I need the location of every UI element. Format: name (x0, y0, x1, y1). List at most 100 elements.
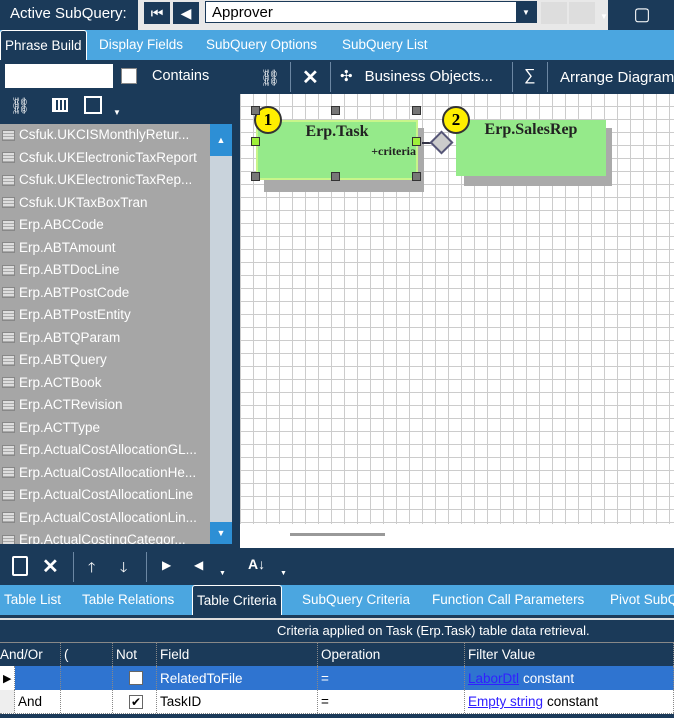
outdent-icon[interactable]: ◀ (194, 558, 203, 572)
previous-icon[interactable]: ◀ (173, 2, 199, 24)
table-icon (2, 152, 15, 164)
row-selector-icon[interactable]: ▶ (0, 666, 15, 690)
scroll-up-icon[interactable]: ▲ (210, 124, 232, 156)
table-list-item[interactable]: Erp.ABTQuery (0, 349, 210, 372)
tab-table-list[interactable]: Table List (4, 585, 61, 615)
hierarchy-icon: ✣ (340, 68, 353, 85)
table-icon (2, 512, 15, 524)
table-node-erp-salesrep[interactable]: Erp.SalesRep (456, 120, 606, 176)
table-icon (2, 287, 15, 299)
table-list-item[interactable]: Erp.ActualCostAllocationGL... (0, 439, 210, 462)
table-list-item[interactable]: Erp.ABTDocLine (0, 259, 210, 282)
main-tabs: Phrase Build Display Fields SubQuery Opt… (0, 30, 674, 60)
table-icon (2, 399, 15, 411)
table-list-item[interactable]: Erp.ABTPostEntity (0, 304, 210, 327)
not-checkbox[interactable] (129, 671, 143, 685)
tab-table-relations[interactable]: Table Relations (82, 585, 174, 615)
tab-subquery-criteria[interactable]: SubQuery Criteria (302, 585, 410, 615)
table-grid-icon[interactable] (52, 98, 68, 112)
table-icon (2, 197, 15, 209)
chevron-down-icon[interactable]: ▼ (280, 570, 287, 577)
table-icon (2, 332, 15, 344)
criteria-info-text: Criteria applied on Task (Erp.Task) tabl… (277, 623, 590, 638)
table-browser-panel: Contains ⛓ ▼ Csfuk.UKCISMonthlyRetur... C… (0, 60, 238, 548)
table-list-item[interactable]: Erp.ABTPostCode (0, 282, 210, 305)
new-document-icon[interactable]: ▢ (630, 3, 654, 25)
table-list-item[interactable]: Erp.ABCCode (0, 214, 210, 237)
criteria-grid-header: And/Or ( Not Field Operation Filter Valu… (0, 642, 674, 666)
tab-phrase-build[interactable]: Phrase Build (0, 30, 87, 60)
table-list-item[interactable]: Erp.ActualCostAllocationHe... (0, 462, 210, 485)
diagram-horizontal-scrollbar[interactable] (240, 524, 674, 548)
table-number-badge: 2 (442, 106, 470, 134)
filter-value-link[interactable]: LaborDtl (468, 671, 519, 686)
table-list-item[interactable]: Csfuk.UKElectronicTaxRep... (0, 169, 210, 192)
active-subquery-label: Active SubQuery: (10, 5, 127, 22)
table-icon (2, 489, 15, 501)
new-document-icon[interactable] (12, 556, 28, 576)
table-list-item[interactable]: Csfuk.UKCISMonthlyRetur... (0, 124, 210, 147)
table-list-item[interactable]: Erp.ACTType (0, 417, 210, 440)
link-icon[interactable]: ⛓ (10, 96, 30, 116)
calculator-icon[interactable] (84, 96, 102, 114)
delete-icon[interactable]: ✕ (42, 554, 59, 579)
move-down-icon[interactable]: 🡓 (120, 557, 127, 581)
table-node-erp-task[interactable]: Erp.Task +criteria (256, 120, 418, 180)
chevron-down-icon[interactable]: ▼ (516, 2, 536, 22)
tab-pivot-subquery[interactable]: Pivot SubQ (610, 585, 674, 615)
arrange-diagram-button[interactable]: Arrange Diagram (560, 69, 674, 86)
criteria-tabs: Table List Table Relations Table Criteri… (0, 585, 674, 615)
diagram-canvas[interactable]: Erp.Task +criteria 1 Erp.SalesRep 2 (240, 94, 674, 524)
table-list-item[interactable]: Erp.ACTBook (0, 372, 210, 395)
relation-diamond-icon[interactable] (429, 130, 454, 155)
tab-display-fields[interactable]: Display Fields (99, 30, 183, 60)
tab-subquery-options[interactable]: SubQuery Options (206, 30, 317, 60)
next-icon (541, 2, 567, 24)
chevron-down-icon[interactable]: ▼ (219, 570, 226, 577)
row-selector[interactable] (0, 690, 15, 713)
scroll-down-icon[interactable]: ▼ (210, 522, 232, 544)
not-checkbox[interactable]: ✔ (129, 694, 143, 709)
criteria-row[interactable]: And ✔ TaskID = Empty string constant (0, 690, 674, 714)
table-icon (2, 467, 15, 479)
filter-value-link[interactable]: Empty string (468, 694, 543, 709)
table-list-item[interactable]: Csfuk.UKTaxBoxTran (0, 192, 210, 215)
table-search-input[interactable] (5, 64, 113, 88)
criteria-row[interactable]: ▶ RelatedToFile = LaborDtl constant (0, 666, 674, 690)
table-list-item[interactable]: Erp.ActualCostingCategor... (0, 529, 210, 544)
table-list-item[interactable]: Erp.ABTQParam (0, 327, 210, 350)
table-icon (2, 264, 15, 276)
table-list-item[interactable]: Erp.ActualCostAllocationLine (0, 484, 210, 507)
table-list-item[interactable]: Csfuk.UKElectronicTaxReport (0, 147, 210, 170)
chevron-down-icon[interactable]: ▼ (600, 12, 608, 21)
tab-table-criteria[interactable]: Table Criteria (192, 585, 282, 615)
table-icon (2, 219, 15, 231)
sum-button[interactable]: ∑ (524, 67, 535, 85)
tab-subquery-list[interactable]: SubQuery List (342, 30, 428, 60)
table-icon (2, 309, 15, 321)
table-list: Csfuk.UKCISMonthlyRetur... Csfuk.UKElectr… (0, 124, 210, 544)
criteria-note: +criteria (371, 144, 416, 158)
table-icon (2, 534, 15, 544)
tab-function-call-parameters[interactable]: Function Call Parameters (432, 585, 584, 615)
table-list-item[interactable]: Erp.ActualCostAllocationLin... (0, 507, 210, 530)
table-list-item[interactable]: Erp.ACTRevision (0, 394, 210, 417)
delete-icon[interactable]: ✕ (302, 65, 319, 90)
move-up-icon[interactable]: 🡑 (88, 557, 95, 581)
table-icon (2, 242, 15, 254)
contains-checkbox[interactable] (121, 68, 137, 84)
contains-label: Contains (152, 68, 210, 84)
first-icon[interactable]: ⏮ (144, 2, 170, 24)
sort-az-icon[interactable]: A↓ (248, 556, 265, 572)
criteria-info-bar: Criteria applied on Task (Erp.Task) tabl… (0, 618, 674, 640)
table-icon (2, 354, 15, 366)
list-scrollbar[interactable]: ▲ ▼ (210, 124, 232, 544)
subquery-select[interactable]: Approver ▼ (205, 1, 537, 23)
chevron-down-icon[interactable]: ▼ (113, 108, 121, 117)
indent-icon[interactable]: ▶ (162, 558, 171, 572)
link-icon[interactable]: ⛓ (260, 68, 280, 88)
business-objects-button[interactable]: ✣ Business Objects... (340, 67, 493, 86)
table-list-item[interactable]: Erp.ABTAmount (0, 237, 210, 260)
top-toolbar: Active SubQuery: ⏮ ◀ Approver ▼ ▼ ▢ (0, 0, 674, 30)
table-icon (2, 444, 15, 456)
